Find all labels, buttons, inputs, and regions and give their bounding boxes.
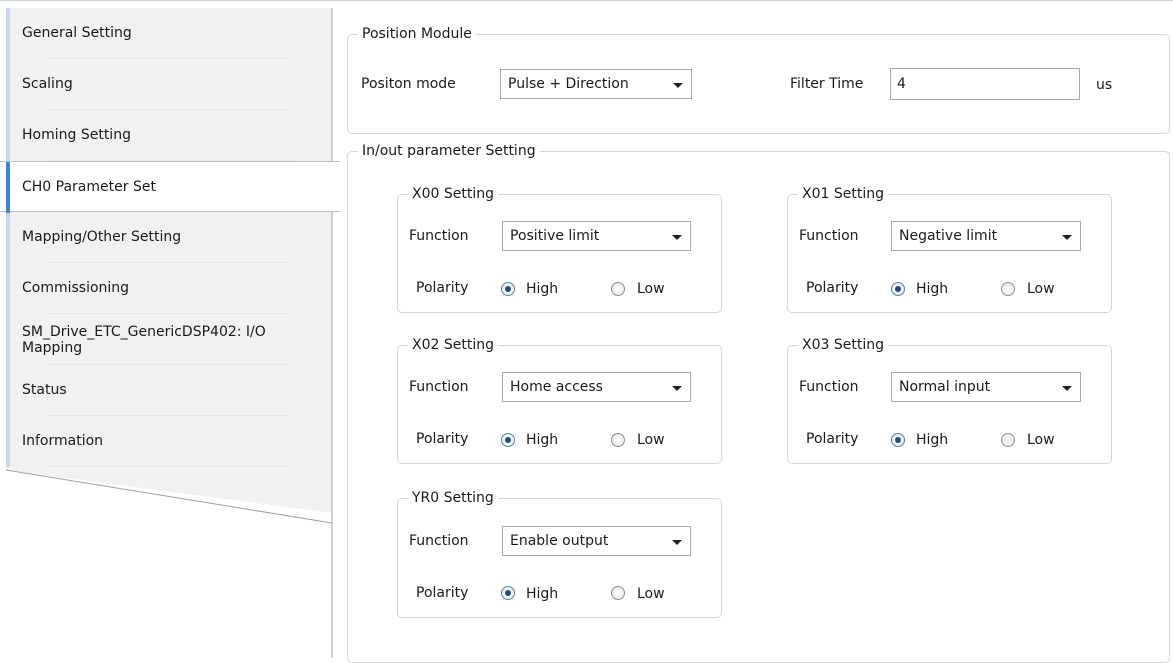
chevron-down-icon bbox=[672, 386, 682, 391]
x01-function-label: Function bbox=[799, 228, 859, 244]
yr0-function-label: Function bbox=[409, 533, 469, 549]
yr0-function-value: Enable output bbox=[510, 533, 609, 549]
sidebar-item-ch0-parameter-set[interactable]: CH0 Parameter Set bbox=[0, 161, 340, 213]
x03-polarity-high-label: High bbox=[916, 432, 949, 448]
x01-setting-title: X01 Setting bbox=[802, 186, 884, 202]
sidebar-item-accent bbox=[6, 314, 10, 365]
sidebar-item-label: SM_Drive_ETC_GenericDSP402: I/O Mapping bbox=[22, 324, 266, 356]
x03-polarity-label: Polarity bbox=[806, 431, 859, 447]
x01-function-dropdown[interactable]: Negative limit bbox=[891, 221, 1081, 251]
x01-polarity-label: Polarity bbox=[806, 280, 859, 296]
sidebar-item-label: Scaling bbox=[22, 76, 73, 92]
main-panel: Position Module Positon mode Pulse + Dir… bbox=[340, 0, 1173, 663]
yr0-polarity-high-label: High bbox=[526, 586, 559, 602]
sidebar-item-mapping-other-setting[interactable]: Mapping/Other Setting bbox=[0, 212, 332, 263]
sidebar-item-io-mapping[interactable]: SM_Drive_ETC_GenericDSP402: I/O Mapping bbox=[0, 314, 332, 365]
position-module-title: Position Module bbox=[362, 26, 472, 42]
yr0-polarity-high-radio[interactable] bbox=[501, 586, 515, 600]
yr0-polarity-label: Polarity bbox=[416, 585, 469, 601]
sidebar-item-accent bbox=[6, 8, 10, 59]
sidebar-item-accent bbox=[6, 365, 10, 416]
chevron-down-icon bbox=[672, 540, 682, 545]
sidebar: General Setting Scaling Homing Setting C… bbox=[0, 8, 340, 658]
sidebar-item-label: Status bbox=[22, 382, 67, 398]
x02-polarity-high-radio[interactable] bbox=[501, 433, 515, 447]
filter-time-label: Filter Time bbox=[790, 76, 864, 92]
x02-function-value: Home access bbox=[510, 379, 603, 395]
x03-function-dropdown[interactable]: Normal input bbox=[891, 372, 1081, 402]
sidebar-item-label: Homing Setting bbox=[22, 127, 131, 143]
position-mode-value: Pulse + Direction bbox=[508, 76, 629, 92]
x01-polarity-low-radio[interactable] bbox=[1001, 282, 1015, 296]
sidebar-item-accent bbox=[6, 110, 10, 161]
sidebar-item-accent bbox=[6, 416, 10, 467]
sidebar-item-accent bbox=[6, 59, 10, 110]
sidebar-item-homing-setting[interactable]: Homing Setting bbox=[0, 110, 332, 161]
sidebar-item-information[interactable]: Information bbox=[0, 416, 332, 467]
x00-polarity-low-radio[interactable] bbox=[611, 282, 625, 296]
sidebar-item-scaling[interactable]: Scaling bbox=[0, 59, 332, 110]
sidebar-item-accent bbox=[6, 263, 10, 314]
inout-parameter-title: In/out parameter Setting bbox=[362, 143, 536, 159]
x03-polarity-high-radio[interactable] bbox=[891, 433, 905, 447]
x03-function-label: Function bbox=[799, 379, 859, 395]
x00-polarity-high-radio[interactable] bbox=[501, 282, 515, 296]
sidebar-item-label: Information bbox=[22, 433, 104, 449]
position-mode-label: Positon mode bbox=[361, 76, 456, 92]
sidebar-item-status[interactable]: Status bbox=[0, 365, 332, 416]
x02-polarity-low-label: Low bbox=[637, 432, 665, 448]
yr0-polarity-low-radio[interactable] bbox=[611, 586, 625, 600]
filter-time-input[interactable]: 4 bbox=[890, 68, 1080, 100]
sidebar-item-general-setting[interactable]: General Setting bbox=[0, 8, 332, 59]
x02-function-dropdown[interactable]: Home access bbox=[502, 372, 691, 402]
sidebar-item-label: CH0 Parameter Set bbox=[22, 179, 156, 195]
sidebar-item-commissioning[interactable]: Commissioning bbox=[0, 263, 332, 314]
chevron-down-icon bbox=[672, 235, 682, 240]
x03-polarity-low-label: Low bbox=[1027, 432, 1055, 448]
chevron-down-icon bbox=[673, 83, 683, 88]
x01-polarity-high-label: High bbox=[916, 281, 949, 297]
x02-setting-title: X02 Setting bbox=[412, 337, 494, 353]
x01-polarity-low-label: Low bbox=[1027, 281, 1055, 297]
x03-setting-title: X03 Setting bbox=[802, 337, 884, 353]
yr0-setting-title: YR0 Setting bbox=[412, 490, 494, 506]
sidebar-item-label: Commissioning bbox=[22, 280, 130, 296]
filter-time-unit: us bbox=[1096, 77, 1113, 93]
x00-function-dropdown[interactable]: Positive limit bbox=[502, 221, 691, 251]
x02-polarity-label: Polarity bbox=[416, 431, 469, 447]
x03-polarity-low-radio[interactable] bbox=[1001, 433, 1015, 447]
sidebar-item-accent bbox=[6, 212, 10, 263]
x02-polarity-high-label: High bbox=[526, 432, 559, 448]
x03-function-value: Normal input bbox=[899, 379, 991, 395]
x00-function-label: Function bbox=[409, 228, 469, 244]
sidebar-item-label: Mapping/Other Setting bbox=[22, 229, 182, 245]
yr0-function-dropdown[interactable]: Enable output bbox=[502, 526, 691, 556]
sidebar-item-accent bbox=[6, 162, 10, 213]
x00-polarity-low-label: Low bbox=[637, 281, 665, 297]
x02-function-label: Function bbox=[409, 379, 469, 395]
x01-polarity-high-radio[interactable] bbox=[891, 282, 905, 296]
chevron-down-icon bbox=[1062, 235, 1072, 240]
x01-function-value: Negative limit bbox=[899, 228, 998, 244]
chevron-down-icon bbox=[1062, 386, 1072, 391]
sidebar-separator bbox=[48, 466, 290, 467]
x00-function-value: Positive limit bbox=[510, 228, 600, 244]
x00-polarity-high-label: High bbox=[526, 281, 559, 297]
yr0-polarity-low-label: Low bbox=[637, 586, 665, 602]
position-mode-dropdown[interactable]: Pulse + Direction bbox=[500, 69, 692, 99]
x00-polarity-label: Polarity bbox=[416, 280, 469, 296]
x00-setting-title: X00 Setting bbox=[412, 186, 494, 202]
filter-time-value: 4 bbox=[897, 76, 906, 92]
x02-polarity-low-radio[interactable] bbox=[611, 433, 625, 447]
sidebar-item-label: General Setting bbox=[22, 25, 132, 41]
